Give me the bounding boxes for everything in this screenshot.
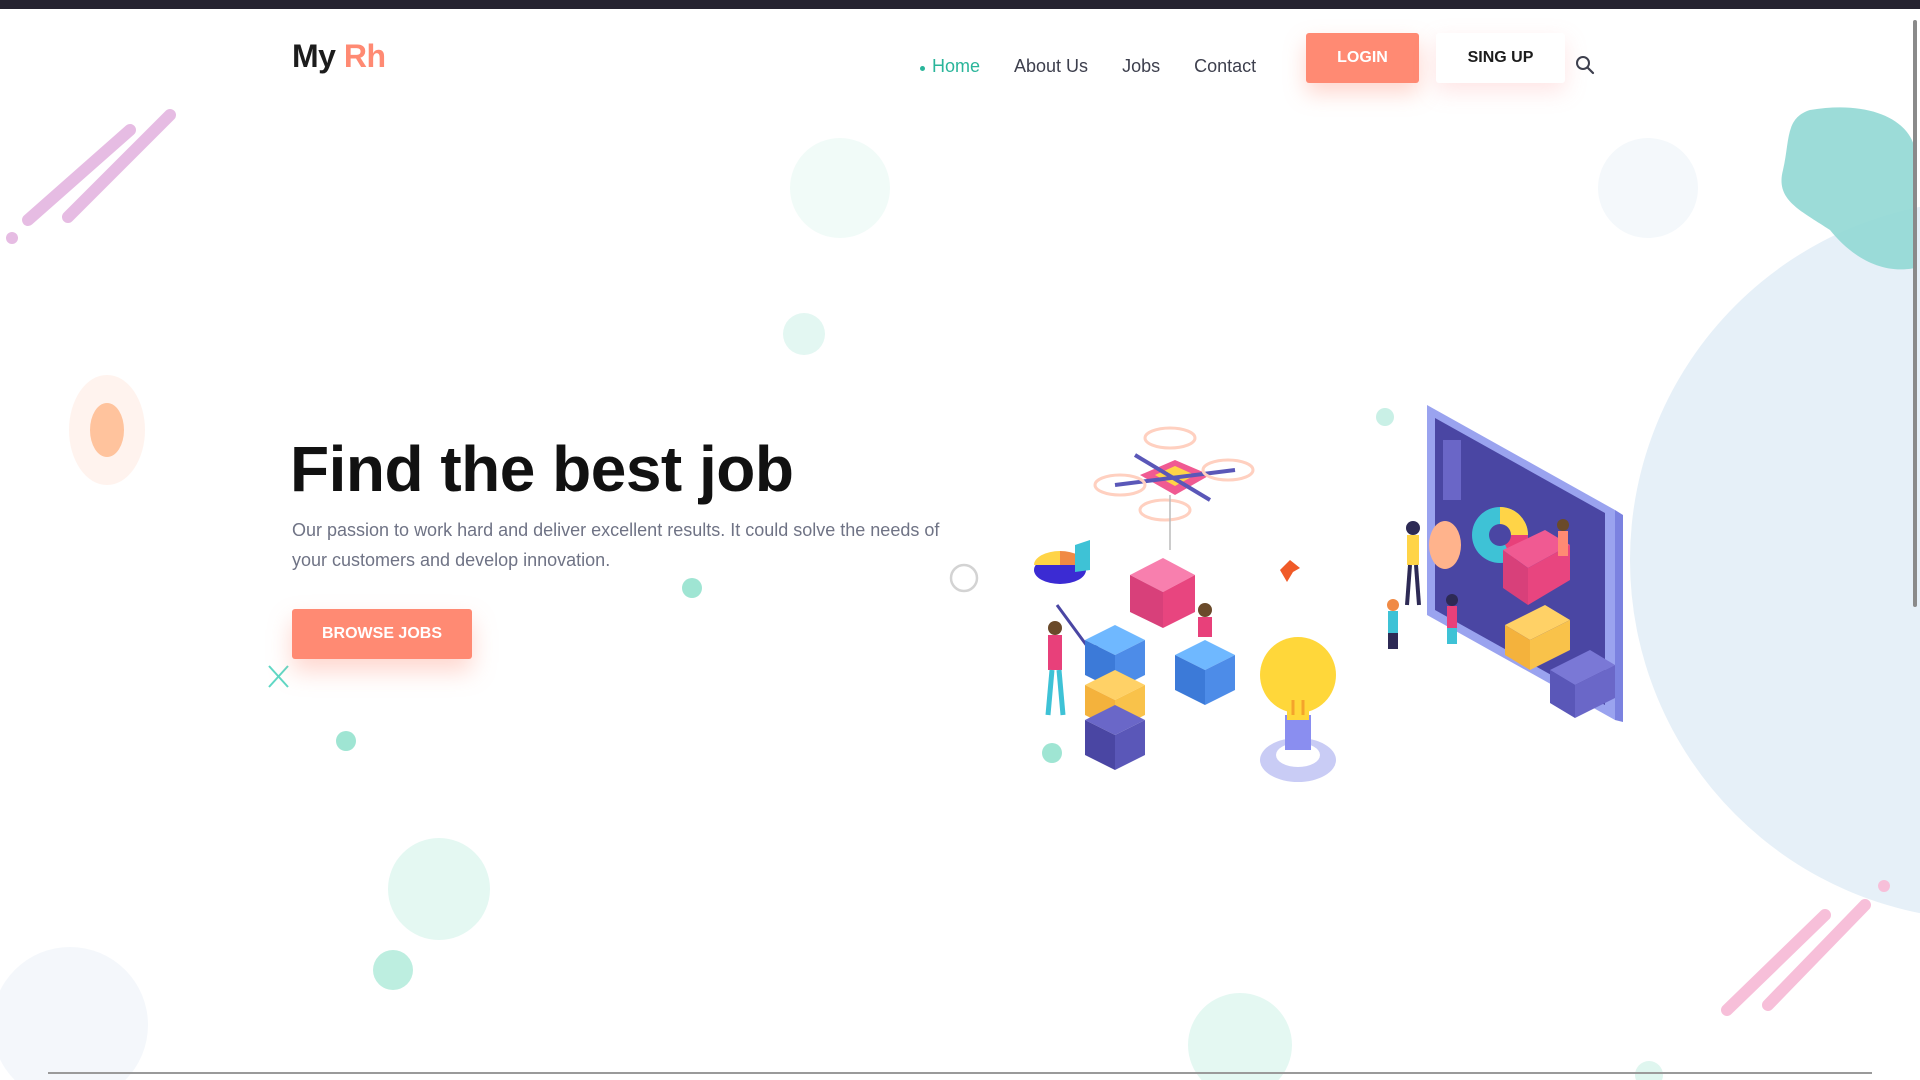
main-nav: Home About Us Jobs Contact — [920, 54, 1290, 78]
page-scrollbar[interactable] — [1913, 20, 1917, 607]
bg-blob-teal — [1781, 107, 1915, 270]
arrow-shape — [1280, 560, 1300, 582]
hero-illustration — [1034, 405, 1623, 782]
hero-title: Find the best job — [290, 433, 794, 505]
pie-chart-icon — [1034, 540, 1090, 584]
bg-circle-large — [1630, 206, 1920, 914]
nav-item-home[interactable]: Home — [920, 56, 980, 77]
gift-block — [1130, 558, 1195, 628]
nav-item-jobs[interactable]: Jobs — [1122, 56, 1160, 77]
nav-item-about-us[interactable]: About Us — [1014, 56, 1088, 77]
active-dot-icon — [920, 66, 925, 71]
landing-page: My Rh Home About Us Jobs Contact LOGIN S… — [0, 0, 1920, 1080]
seated-person — [1175, 603, 1235, 705]
logo-main-text: My — [292, 38, 336, 74]
horizontal-divider — [48, 1072, 1872, 1074]
nav-item-label: Home — [932, 55, 981, 76]
nav-item-label: Contact — [1194, 55, 1257, 76]
search-icon[interactable] — [1574, 54, 1596, 76]
signup-button[interactable]: SING UP — [1436, 33, 1565, 83]
nav-item-label: Jobs — [1122, 55, 1161, 76]
nav-item-contact[interactable]: Contact — [1194, 56, 1256, 77]
nav-item-label: About Us — [1014, 55, 1089, 76]
logo-accent-text: Rh — [343, 38, 386, 74]
people-group-left — [1045, 604, 1145, 770]
login-button[interactable]: LOGIN — [1306, 33, 1419, 83]
site-logo[interactable]: My Rh — [292, 38, 386, 75]
hero-description: Our passion to work hard and deliver exc… — [292, 520, 940, 570]
drone-illustration — [1093, 426, 1255, 550]
light-bulb-illustration — [1260, 637, 1336, 782]
browse-jobs-button[interactable]: BROWSE JOBS — [292, 609, 472, 659]
